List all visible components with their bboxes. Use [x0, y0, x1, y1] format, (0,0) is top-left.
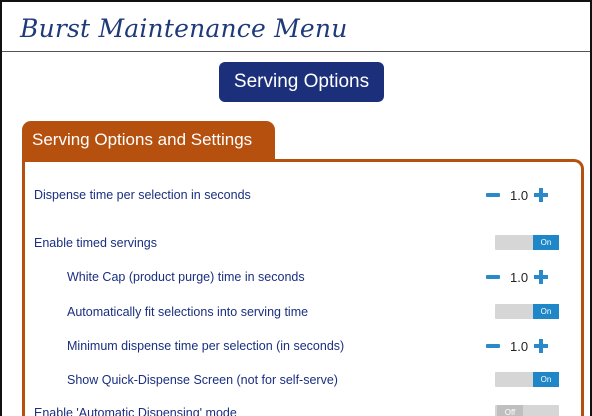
auto-fit-selections-toggle[interactable]: On — [495, 304, 559, 319]
quick-dispense-screen-toggle[interactable]: On — [495, 372, 559, 387]
white-cap-time-value: 1.0 — [510, 269, 529, 285]
white-cap-time-stepper: 1.0 — [486, 268, 549, 286]
toggle-state: On — [533, 235, 559, 250]
dispense-time-stepper: 1.0 — [486, 186, 549, 204]
plus-icon[interactable] — [534, 188, 549, 202]
label-quick-dispense-screen: Show Quick-Dispense Screen (not for self… — [67, 373, 338, 387]
enable-timed-servings-toggle[interactable]: On — [495, 235, 559, 250]
header-divider — [2, 51, 590, 52]
min-dispense-time-stepper: 1.0 — [486, 337, 549, 355]
page-title: Burst Maintenance Menu — [20, 14, 348, 43]
toggle-state: On — [533, 304, 559, 319]
minus-icon[interactable] — [486, 193, 500, 197]
plus-icon[interactable] — [534, 270, 549, 284]
minus-icon[interactable] — [486, 344, 500, 348]
dispense-time-value: 1.0 — [510, 187, 529, 203]
toggle-state: Off — [497, 405, 523, 416]
label-auto-fit-selections: Automatically fit selections into servin… — [67, 305, 309, 319]
minus-icon[interactable] — [486, 275, 500, 279]
label-white-cap-time: White Cap (product purge) time in second… — [67, 270, 305, 284]
min-dispense-time-value: 1.0 — [510, 338, 529, 354]
toggle-state: On — [533, 372, 559, 387]
plus-icon[interactable] — [534, 339, 549, 353]
serving-options-button[interactable]: Serving Options — [219, 62, 384, 102]
label-automatic-dispensing: Enable 'Automatic Dispensing' mode — [34, 406, 237, 416]
label-dispense-time: Dispense time per selection in seconds — [34, 188, 251, 202]
panel-tab-serving-settings: Serving Options and Settings — [22, 121, 275, 159]
label-enable-timed-servings: Enable timed servings — [34, 236, 157, 250]
automatic-dispensing-toggle[interactable]: Off — [495, 405, 559, 416]
label-min-dispense-time: Minimum dispense time per selection (in … — [67, 339, 345, 353]
